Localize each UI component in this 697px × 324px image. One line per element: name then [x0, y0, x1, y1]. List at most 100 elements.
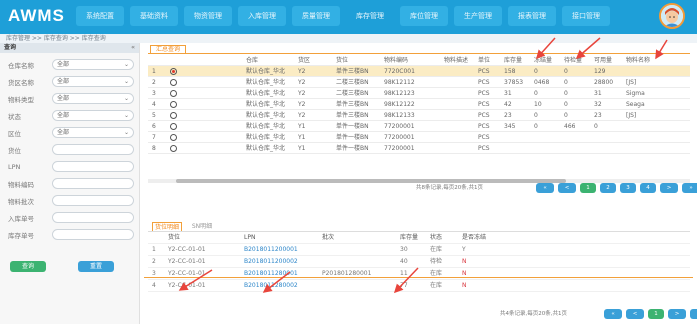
row-index: 2 [152, 79, 156, 86]
row-radio[interactable] [170, 145, 177, 152]
filter-select[interactable]: 全部 ⌄ [52, 93, 134, 104]
nav-item-inbound[interactable]: 入库管理 [238, 6, 286, 26]
row-index: 1 [152, 246, 156, 253]
table-row[interactable]: 4 默认仓库_华北 Y2 单件三楼BN 98K12122 PCS 42 10 0 32 Seaga [148, 99, 690, 110]
nav-item-production[interactable]: 生产管理 [454, 6, 502, 26]
pager-nav-button[interactable]: > [668, 309, 686, 319]
row-radio[interactable] [170, 90, 177, 97]
summary-pager-info: 共8条记录,每页20条,共1页 [416, 185, 483, 191]
nav-item-interface[interactable]: 接口管理 [562, 6, 610, 26]
column-header[interactable]: 物料名称 [626, 55, 650, 66]
page-button[interactable]: 1 [580, 183, 596, 193]
detail-cell-status: 在库 [430, 282, 443, 289]
nav-item-report[interactable]: 报表管理 [508, 6, 556, 26]
pager-nav-button[interactable]: « [536, 183, 554, 193]
filter-select[interactable]: 全部 ⌄ [52, 110, 134, 121]
filter-select[interactable]: 全部 ⌄ [52, 127, 134, 138]
user-avatar[interactable] [659, 3, 685, 29]
filter-input[interactable] [52, 229, 134, 240]
table-row[interactable]: 1 默认仓库_华北 Y2 单件三楼BN 7720C001 PCS 158 0 0 129 [148, 66, 690, 77]
detail-column-header[interactable]: 库存量 [400, 232, 418, 244]
column-header[interactable]: 待检量 [564, 55, 582, 66]
filter-select[interactable]: 全部 ⌄ [52, 76, 134, 87]
detail-cell-frozen: N [462, 258, 467, 265]
column-header[interactable]: 物料描述 [444, 55, 468, 66]
column-header[interactable]: 可用量 [594, 55, 612, 66]
detail-cell-lpn[interactable]: B2018011200001 [244, 244, 298, 256]
nav-item-material[interactable]: 物资管理 [184, 6, 232, 26]
page-button[interactable]: 1 [648, 309, 664, 319]
filter-input[interactable] [52, 144, 134, 155]
nav-item-inventory[interactable]: 库存管理 [346, 6, 394, 26]
nav-item-location[interactable]: 库位管理 [400, 6, 448, 26]
cell-code: 77200001 [384, 123, 415, 130]
nav-item-base[interactable]: 基础资料 [130, 6, 178, 26]
column-header[interactable]: 仓库 [246, 55, 258, 66]
table-row[interactable]: 6 默认仓库_华北 Y1 单件一楼BN 77200001 PCS 345 0 466 0 [148, 121, 690, 132]
cell-check: 0 [564, 101, 568, 108]
row-radio[interactable] [170, 134, 177, 141]
pager-nav-button[interactable]: < [558, 183, 576, 193]
row-radio[interactable] [170, 79, 177, 86]
table-row[interactable]: 2 默认仓库_华北 Y2 二楼三楼BN 98K12112 PCS 37853 0468 0 288… [148, 77, 690, 88]
scrollbar-thumb[interactable] [176, 179, 566, 183]
query-button[interactable]: 查询 [10, 261, 46, 272]
row-radio[interactable] [170, 68, 177, 75]
filter-input[interactable] [52, 161, 134, 172]
tab-sn-detail[interactable]: SN明细 [184, 222, 220, 231]
pager-nav-button[interactable]: > [660, 183, 678, 193]
filter-input[interactable] [52, 195, 134, 206]
table-row[interactable]: 5 默认仓库_华北 Y2 单件三楼BN 98K12133 PCS 23 0 0 23 [JS] [148, 110, 690, 121]
cell-name: [JS] [626, 79, 637, 86]
page-button[interactable]: 3 [620, 183, 636, 193]
collapse-icon[interactable]: « [131, 43, 135, 53]
column-header[interactable]: 物料编码 [384, 55, 408, 66]
reset-button[interactable]: 重置 [78, 261, 114, 272]
detail-cell-lpn[interactable]: B2018011280002 [244, 280, 298, 292]
detail-cell-lpn[interactable]: B2018011280001 [244, 268, 298, 280]
filter-select[interactable]: 全部 ⌄ [52, 59, 134, 70]
table-row[interactable]: 3 默认仓库_华北 Y2 二楼三楼BN 98K12123 PCS 31 0 0 31 Sigma [148, 88, 690, 99]
table-row[interactable]: 8 默认仓库_华北 Y1 单件一楼BN 77200001 PCS [148, 143, 690, 154]
pager-nav-button[interactable]: » [682, 183, 697, 193]
column-header[interactable]: 单位 [478, 55, 490, 66]
column-header[interactable]: 库存量 [504, 55, 522, 66]
detail-cell-qty: 40 [400, 258, 408, 265]
cell-qty: 42 [504, 101, 512, 108]
detail-column-header[interactable]: 状态 [430, 232, 442, 244]
cell-pos: 单件一楼BN [336, 134, 369, 141]
detail-column-header[interactable]: LPN [244, 232, 255, 244]
detail-column-header[interactable]: 是否冻结 [462, 232, 486, 244]
table-row[interactable]: 7 默认仓库_华北 Y1 单件一楼BN 77200001 PCS [148, 132, 690, 143]
detail-cell-status: 待检 [430, 258, 443, 265]
nav-item-system[interactable]: 系统配置 [76, 6, 124, 26]
row-index: 4 [152, 282, 156, 289]
nav-item-quality[interactable]: 质量管理 [292, 6, 340, 26]
page-button[interactable]: 4 [640, 183, 656, 193]
column-header[interactable]: 货区 [298, 55, 310, 66]
cell-area: Y1 [298, 123, 306, 130]
column-header[interactable]: 货位 [336, 55, 348, 66]
pager-nav-button[interactable]: < [626, 309, 644, 319]
pager-nav-button[interactable]: « [604, 309, 622, 319]
row-radio[interactable] [170, 123, 177, 130]
row-radio[interactable] [170, 112, 177, 119]
pager-nav-button[interactable]: » [690, 309, 697, 319]
tab-location-detail[interactable]: 货位明细 [152, 222, 182, 231]
cell-unit: PCS [478, 68, 490, 75]
detail-cell-lpn[interactable]: B2018011200002 [244, 256, 298, 268]
detail-row[interactable]: 4 Y2-CC-01-01 B2018011280002 77 在库 N [148, 280, 690, 292]
column-header[interactable]: 冻结量 [534, 55, 552, 66]
detail-row[interactable]: 1 Y2-CC-01-01 B2018011200001 30 在库 Y [148, 244, 690, 256]
filter-input[interactable] [52, 178, 134, 189]
detail-row[interactable]: 3 Y2-CC-01-01 B2018011280001 P201801280001 1… [148, 268, 690, 280]
detail-row[interactable]: 2 Y2-CC-01-01 B2018011200002 40 待检 N [148, 256, 690, 268]
page-button[interactable]: 2 [600, 183, 616, 193]
detail-column-header[interactable]: 批次 [322, 232, 334, 244]
row-radio[interactable] [170, 101, 177, 108]
row-index: 4 [152, 101, 156, 108]
filter-input[interactable] [52, 212, 134, 223]
cell-name: Sigma [626, 90, 645, 97]
cell-wh: 默认仓库_华北 [246, 112, 286, 119]
detail-column-header[interactable]: 货位 [168, 232, 180, 244]
